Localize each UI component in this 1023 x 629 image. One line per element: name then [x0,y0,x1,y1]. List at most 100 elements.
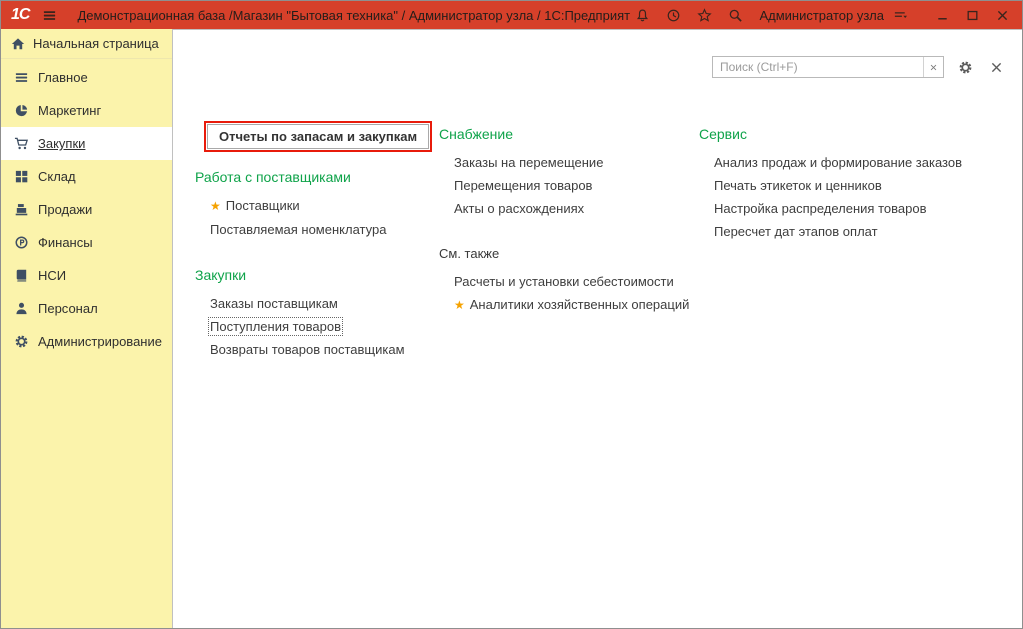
menu-link-label: Поставляемая номенклатура [210,222,386,237]
sidebar-item[interactable]: Склад [1,160,172,193]
nsi-book-icon [14,268,29,283]
close-icon [989,60,1004,75]
section-title: Работа с поставщиками [195,169,439,185]
section-title: Снабжение [439,126,699,142]
menu-link-label: Поступления товаров [210,319,341,334]
hamburger-icon [42,8,57,23]
sidebar-item[interactable]: Администрирование [1,325,172,358]
menu-link-label: Расчеты и установки себестоимости [454,274,674,289]
menu-link[interactable]: ★Заказы поставщикам [195,292,439,315]
favorites-star-icon [697,8,712,23]
finance-coin-icon-wrap [13,235,29,251]
sidebar-item-label: Маркетинг [38,103,101,118]
menu-section: Снабжение ★Заказы на перемещение★Перемеще… [439,126,699,220]
search-box [712,56,944,78]
menu-link-label: Печать этикеток и ценников [714,178,882,193]
home-label: Начальная страница [33,36,159,51]
sidebar-item[interactable]: Финансы [1,226,172,259]
close-icon [995,8,1010,23]
panel-close-button[interactable] [986,56,1006,78]
current-user-label: Администратор узла [759,8,884,23]
sidebar-items: Главное Маркетинг Закупки Склад Продажи Финан… [1,59,172,358]
warehouse-icon [14,169,29,184]
sidebar-item[interactable]: Продажи [1,193,172,226]
menu-link-label: Возвраты товаров поставщикам [210,342,405,357]
marketing-icon [14,103,29,118]
menu-link[interactable]: ★Анализ продаж и формирование заказов [699,151,1022,174]
close-button[interactable] [990,3,1014,27]
panel-settings-button[interactable] [955,56,975,78]
section-title: См. также [439,246,699,261]
search-input[interactable] [713,57,923,77]
user-menu-icon [893,8,908,23]
home-icon [11,37,25,51]
window-title: Демонстрационная база /Магазин "Бытовая … [77,8,630,23]
menu-link[interactable]: ★Перемещения товаров [439,174,699,197]
maximize-icon [965,8,980,23]
menu-link[interactable]: ★Настройка распределения товаров [699,197,1022,220]
history-icon [666,8,681,23]
sidebar-item-label: Администрирование [38,334,162,349]
history-button[interactable] [661,3,685,27]
menu-link[interactable]: ★Заказы на перемещение [439,151,699,174]
menu-column-2: Снабжение★Заказы на перемещение★Перемеще… [439,121,699,317]
maximize-button[interactable] [960,3,984,27]
application-window: 1С Демонстрационная база /Магазин "Бытов… [0,0,1023,629]
menu-link-label: Пересчет дат этапов оплат [714,224,878,239]
menu-link-label: Заказы на перемещение [454,155,603,170]
sidebar-item[interactable]: НСИ [1,259,172,292]
menu-link-label: Поставщики [226,198,300,213]
sidebar-home-button[interactable]: Начальная страница [1,29,172,59]
main-menu-button[interactable] [37,3,61,27]
menu-link[interactable]: ★Пересчет дат этапов оплат [699,220,1022,243]
personnel-icon-wrap [13,301,29,317]
highlight-frame: Отчеты по запасам и закупкам [204,121,432,152]
search-clear-button[interactable] [923,57,943,77]
reports-stock-purchases-button[interactable]: Отчеты по запасам и закупкам [207,124,429,149]
sales-icon-wrap [13,202,29,218]
sidebar-item-label: Финансы [38,235,93,250]
sidebar-item-label: Главное [38,70,88,85]
user-menu-button[interactable] [888,3,912,27]
menu-column-1: Отчеты по запасам и закупкам Работа с по… [195,121,439,361]
menu-link[interactable]: ★Акты о расхождениях [439,197,699,220]
sidebar-item[interactable]: Персонал [1,292,172,325]
favorites-star-button[interactable] [692,3,716,27]
menu-link[interactable]: ★Возвраты товаров поставщикам [195,338,439,361]
marketing-icon-wrap [13,103,29,119]
administration-gear-icon [14,334,29,349]
sidebar-item-label: Склад [38,169,76,184]
titlebar: 1С Демонстрационная база /Магазин "Бытов… [1,1,1022,29]
menu-sections: Работа с поставщиками ★Поставщики★Поставл… [195,169,439,361]
menu-section: См. также★Расчеты и установки себестоимо… [439,246,699,317]
notifications-bell-icon [635,8,650,23]
finance-coin-icon [14,235,29,250]
menu-link[interactable]: ★ Аналитики хозяйственных операций [439,293,699,317]
sidebar-item[interactable]: Маркетинг [1,94,172,127]
nsi-book-icon-wrap [13,268,29,284]
menu-link-label: Аналитики хозяйственных операций [470,297,690,312]
administration-gear-icon-wrap [13,334,29,350]
functions-menu: Отчеты по запасам и закупкам Работа с по… [173,121,1022,361]
menu-link[interactable]: ★Расчеты и установки себестоимости [439,270,699,293]
section-title: Сервис [699,126,1022,142]
menu-section: Работа с поставщиками ★Поставщики★Поставл… [195,169,439,241]
sidebar-item-label: НСИ [38,268,66,283]
favorite-star-icon: ★ [454,298,465,312]
search-button[interactable] [723,3,747,27]
sidebar-item-label: Закупки [38,136,85,151]
minimize-button[interactable] [930,3,954,27]
sidebar: Начальная страница Главное Маркетинг Закуп… [1,29,172,628]
menu-link[interactable]: ★Поставщики [195,194,439,218]
sidebar-item[interactable]: Закупки [1,127,172,160]
menu-link[interactable]: ★Печать этикеток и ценников [699,174,1022,197]
sales-icon [14,202,29,217]
panel-header [173,30,1022,78]
notifications-bell-button[interactable] [630,3,654,27]
menu-link[interactable]: ★Поступления товаров [195,315,439,338]
menu-link[interactable]: ★Поставляемая номенклатура [195,218,439,241]
titlebar-icon-group [630,3,747,27]
sidebar-item-label: Персонал [38,301,98,316]
main-area: Начальная страница Главное Маркетинг Закуп… [1,29,1022,628]
sidebar-item[interactable]: Главное [1,61,172,94]
